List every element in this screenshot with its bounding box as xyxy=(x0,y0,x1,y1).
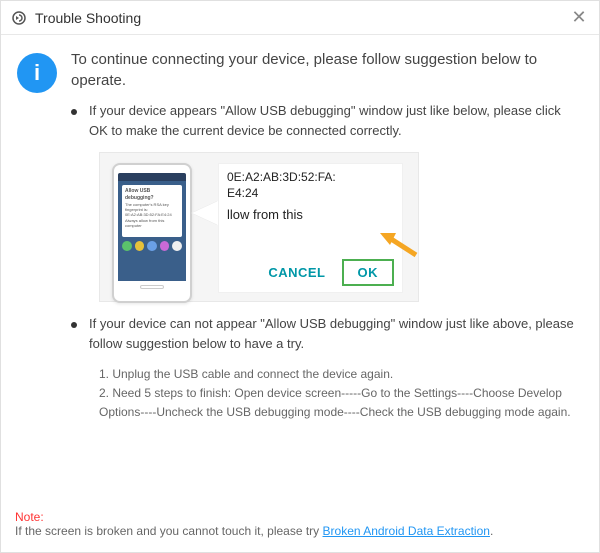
phone-status-bar xyxy=(118,173,186,181)
step-2: 2. Need 5 steps to finish: Open device s… xyxy=(99,384,583,422)
zoom-panel: 0E:A2:AB:3D:52:FA: E4:24 llow from this … xyxy=(218,163,403,293)
note-label: Note: xyxy=(15,510,44,524)
titlebar-left: Trouble Shooting xyxy=(11,10,141,26)
close-button[interactable]: ✕ xyxy=(569,8,589,28)
note-period: . xyxy=(490,524,493,538)
bullet-1: If your device appears "Allow USB debugg… xyxy=(71,101,583,140)
main: To continue connecting your device, plea… xyxy=(71,49,583,423)
callout-pointer-icon xyxy=(192,201,218,225)
phone-screen: Allow USB debugging? The computer's RSA … xyxy=(118,181,186,281)
illustration: Allow USB debugging? The computer's RSA … xyxy=(99,152,419,302)
arrow-icon xyxy=(376,227,420,264)
bullet-dot-icon xyxy=(71,322,77,328)
phone-app-icon xyxy=(135,241,145,251)
step-1: 1. Unplug the USB cable and connect the … xyxy=(99,365,583,384)
phone-home-button xyxy=(140,285,164,289)
phone-dialog-body: The computer's RSA key fingerprint is: 0… xyxy=(125,202,179,228)
phone-app-icon xyxy=(122,241,132,251)
dialog-window: Trouble Shooting ✕ i To continue connect… xyxy=(0,0,600,553)
window-title: Trouble Shooting xyxy=(35,10,141,26)
bullet-1-text: If your device appears "Allow USB debugg… xyxy=(89,101,583,140)
dialog-buttons: CANCEL OK xyxy=(227,259,394,286)
broken-android-link[interactable]: Broken Android Data Extraction xyxy=(323,524,490,538)
bullet-dot-icon xyxy=(71,109,77,115)
mac-address-line2: E4:24 xyxy=(227,186,394,202)
info-icon: i xyxy=(17,53,57,93)
steps-list: 1. Unplug the USB cable and connect the … xyxy=(99,365,583,423)
content: i To continue connecting your device, pl… xyxy=(1,35,599,431)
app-icon xyxy=(11,10,27,26)
footer-note: Note: If the screen is broken and you ca… xyxy=(15,510,585,538)
mac-address-line1: 0E:A2:AB:3D:52:FA: xyxy=(227,170,394,186)
phone-dock xyxy=(122,241,182,251)
bullet-2-text: If your device can not appear "Allow USB… xyxy=(89,314,583,353)
intro-text: To continue connecting your device, plea… xyxy=(71,49,583,91)
phone-app-icon xyxy=(160,241,170,251)
info-glyph: i xyxy=(34,60,40,86)
phone-app-icon xyxy=(147,241,157,251)
close-icon: ✕ xyxy=(571,7,586,28)
phone-dialog-title: Allow USB debugging? xyxy=(125,188,179,201)
cancel-button-example: CANCEL xyxy=(262,261,331,284)
phone-mockup: Allow USB debugging? The computer's RSA … xyxy=(112,163,192,303)
bullet-2: If your device can not appear "Allow USB… xyxy=(71,314,583,353)
phone-app-icon xyxy=(172,241,182,251)
allow-from-text: llow from this xyxy=(227,207,394,222)
note-text: If the screen is broken and you cannot t… xyxy=(15,524,323,538)
phone-dialog: Allow USB debugging? The computer's RSA … xyxy=(122,185,182,237)
titlebar: Trouble Shooting ✕ xyxy=(1,1,599,35)
